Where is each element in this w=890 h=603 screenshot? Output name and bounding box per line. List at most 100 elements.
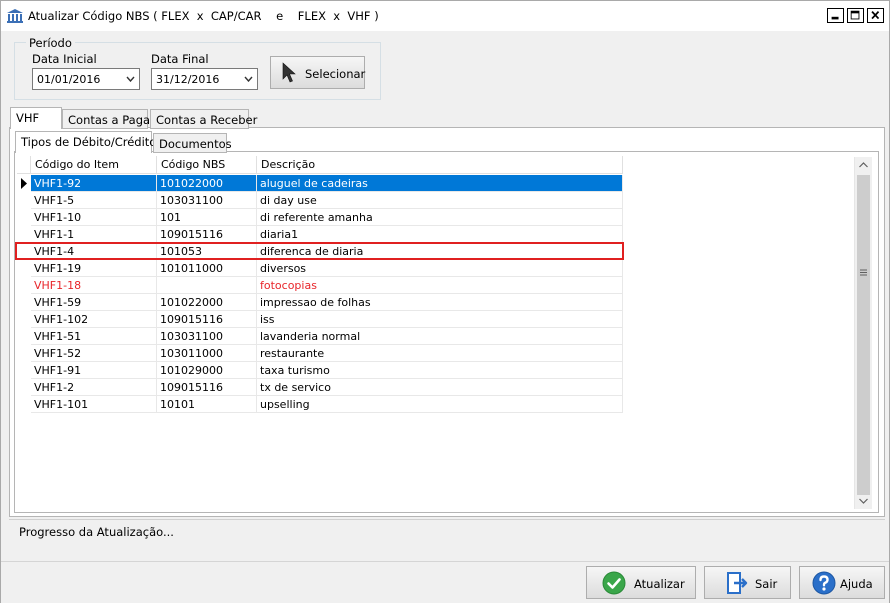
row-indicator[interactable] [17,192,31,209]
row-indicator[interactable] [17,396,31,413]
cell-descricao[interactable]: tx de servico [257,379,623,396]
cell-descricao[interactable]: taxa turismo [257,362,623,379]
minimize-button[interactable] [827,8,844,23]
table-row[interactable]: VHF1-5 103031100 di day use [17,192,623,209]
periodo-legend: Período [26,36,75,50]
cell-descricao[interactable]: diaria1 [257,226,623,243]
table-row[interactable]: VHF1-59 101022000 impressao de folhas [17,294,623,311]
cell-codigo-nbs[interactable]: 103011000 [157,345,257,362]
column-header-codigo-nbs[interactable]: Código NBS [157,156,257,174]
scrollbar-thumb[interactable] [857,175,870,495]
ajuda-button[interactable]: Ajuda [799,566,885,599]
table-row[interactable]: VHF1-18 fotocopias [17,277,623,294]
cell-descricao[interactable]: diferenca de diaria [257,243,623,260]
cell-codigo-item[interactable]: VHF1-102 [31,311,157,328]
cell-codigo-nbs[interactable]: 101 [157,209,257,226]
cell-codigo-nbs[interactable]: 10101 [157,396,257,413]
table-row[interactable]: VHF1-1 109015116 diaria1 [17,226,623,243]
cell-codigo-item[interactable]: VHF1-52 [31,345,157,362]
row-indicator[interactable] [17,243,31,260]
cell-codigo-nbs[interactable]: 101022000 [157,294,257,311]
cell-descricao[interactable]: iss [257,311,623,328]
cell-codigo-nbs[interactable]: 101029000 [157,362,257,379]
bank-icon [7,9,23,23]
subtab-tipos-debito-credito[interactable]: Tipos de Débito/Crédito [15,131,156,153]
maximize-icon [850,10,860,20]
row-indicator[interactable] [17,328,31,345]
cell-descricao[interactable]: impressao de folhas [257,294,623,311]
vertical-scrollbar[interactable] [854,157,872,509]
data-final-dropdown[interactable]: 31/12/2016 [151,68,258,90]
tab-contas-a-pagar[interactable]: Contas a Pagar [62,109,155,129]
tipos-grid[interactable]: Código do Item Código NBS Descrição VHF1… [17,156,623,413]
cell-codigo-nbs[interactable]: 103031100 [157,328,257,345]
cell-codigo-item[interactable]: VHF1-1 [31,226,157,243]
tab-vhf[interactable]: VHF [10,107,62,129]
cell-descricao[interactable]: restaurante [257,345,623,362]
table-row[interactable]: VHF1-51 103031100 lavanderia normal [17,328,623,345]
row-indicator[interactable] [17,362,31,379]
scroll-down-icon[interactable] [855,493,872,509]
row-indicator[interactable] [17,260,31,277]
table-row[interactable]: VHF1-2 109015116 tx de servico [17,379,623,396]
row-indicator[interactable] [17,175,31,192]
cell-descricao[interactable]: fotocopias [257,277,623,294]
row-indicator[interactable] [17,226,31,243]
row-indicator[interactable] [17,379,31,396]
title-bar[interactable]: Atualizar Código NBS ( FLEX x CAP/CAR e … [1,1,889,31]
cell-codigo-nbs[interactable]: 109015116 [157,379,257,396]
cell-codigo-item[interactable]: VHF1-59 [31,294,157,311]
close-button[interactable] [867,8,884,23]
cell-codigo-item[interactable]: VHF1-101 [31,396,157,413]
row-indicator[interactable] [17,311,31,328]
sair-button[interactable]: Sair [704,566,791,599]
cell-codigo-item[interactable]: VHF1-4 [31,243,157,260]
data-inicial-value: 01/01/2016 [37,73,101,86]
cell-codigo-item[interactable]: VHF1-2 [31,379,157,396]
subtab-documentos[interactable]: Documentos [153,133,232,153]
column-header-descricao[interactable]: Descrição [257,156,623,174]
row-indicator[interactable] [17,277,31,294]
selecionar-button[interactable]: Selecionar [270,56,365,89]
column-header-codigo-item[interactable]: Código do Item [31,156,157,174]
help-question-icon [812,571,836,595]
data-inicial-dropdown[interactable]: 01/01/2016 [32,68,140,90]
table-row[interactable]: VHF1-102 109015116 iss [17,311,623,328]
cell-codigo-item[interactable]: VHF1-91 [31,362,157,379]
cell-descricao[interactable]: aluguel de cadeiras [257,175,623,192]
table-row[interactable]: VHF1-10 101 di referente amanha [17,209,623,226]
cell-codigo-nbs[interactable] [157,277,257,294]
cell-descricao[interactable]: di referente amanha [257,209,623,226]
table-row[interactable]: VHF1-92 101022000 aluguel de cadeiras [17,175,623,192]
cell-codigo-item[interactable]: VHF1-10 [31,209,157,226]
data-final-label: Data Final [151,52,209,66]
cell-codigo-item[interactable]: VHF1-19 [31,260,157,277]
cell-codigo-nbs[interactable]: 103031100 [157,192,257,209]
atualizar-button[interactable]: Atualizar [586,566,696,599]
cell-descricao[interactable]: lavanderia normal [257,328,623,345]
table-row[interactable]: VHF1-101 10101 upselling [17,396,623,413]
tab-contas-a-receber[interactable]: Contas a Receber [150,109,257,129]
cell-descricao[interactable]: di day use [257,192,623,209]
cell-codigo-item[interactable]: VHF1-18 [31,277,157,294]
cell-descricao[interactable]: diversos [257,260,623,277]
cell-codigo-nbs[interactable]: 101022000 [157,175,257,192]
table-row[interactable]: VHF1-52 103011000 restaurante [17,345,623,362]
row-indicator[interactable] [17,345,31,362]
atualizar-label: Atualizar [634,577,685,591]
cell-codigo-item[interactable]: VHF1-92 [31,175,157,192]
cell-descricao[interactable]: upselling [257,396,623,413]
table-row[interactable]: VHF1-4 101053 diferenca de diaria [17,243,623,260]
scroll-up-icon[interactable] [855,157,872,173]
cell-codigo-nbs[interactable]: 101011000 [157,260,257,277]
cell-codigo-nbs[interactable]: 109015116 [157,226,257,243]
cell-codigo-item[interactable]: VHF1-5 [31,192,157,209]
maximize-button[interactable] [847,8,864,23]
cell-codigo-nbs[interactable]: 109015116 [157,311,257,328]
cell-codigo-item[interactable]: VHF1-51 [31,328,157,345]
table-row[interactable]: VHF1-91 101029000 taxa turismo [17,362,623,379]
table-row[interactable]: VHF1-19 101011000 diversos [17,260,623,277]
cell-codigo-nbs[interactable]: 101053 [157,243,257,260]
row-indicator[interactable] [17,294,31,311]
row-indicator[interactable] [17,209,31,226]
